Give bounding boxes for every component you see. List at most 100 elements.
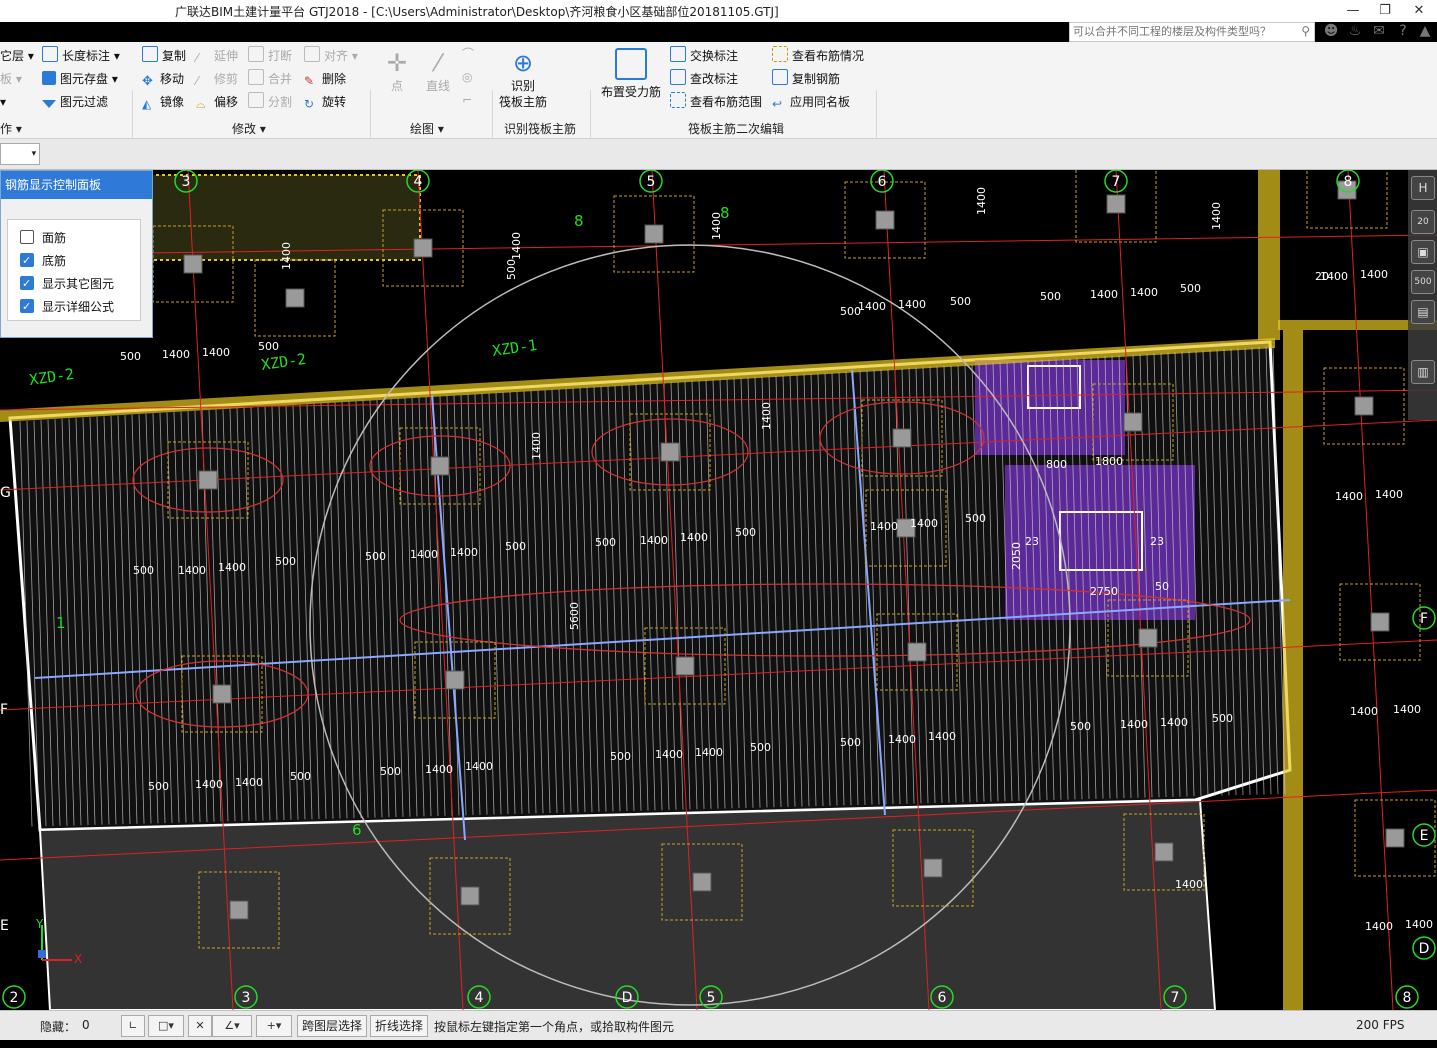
ruler-icon[interactable]: ▥	[1411, 360, 1435, 384]
cross-layer-select-button[interactable]: 跨图层选择	[297, 1015, 368, 1037]
axis-label: F	[0, 702, 8, 718]
option-show-formula[interactable]: 显示详细公式	[20, 297, 114, 317]
place-rebar-button[interactable]: 布置受力筋	[598, 48, 664, 100]
point-button[interactable]: ✛ 点	[380, 48, 414, 94]
dimension-label: 1400	[1160, 716, 1188, 729]
ribbon-item-board[interactable]: 板 ▾	[0, 69, 22, 89]
offset-button[interactable]: ⌓ 偏移	[196, 92, 238, 112]
mirror-button[interactable]: ◭ 镜像	[142, 92, 184, 112]
merge-button[interactable]: 合并	[248, 69, 292, 89]
search-input[interactable]	[1070, 23, 1293, 39]
delete-button[interactable]: ✎ 删除	[304, 69, 346, 89]
home-view-button[interactable]: H	[1411, 176, 1435, 200]
dimension-label: 1400	[450, 546, 478, 559]
scale-button[interactable]: 500	[1411, 270, 1435, 294]
split-icon	[248, 92, 264, 108]
dimension-label: 500	[1040, 290, 1061, 303]
chat-icon[interactable]: ✉	[1370, 22, 1388, 40]
angle-icon[interactable]: ∠▾	[212, 1015, 252, 1037]
option-bottom-rebar[interactable]: 底筋	[20, 251, 66, 271]
cad-drawing[interactable]: 3 4 5 6 7 82 3 4 D 5 6 7 8GFEFEDXZD-2XZD-2XZD-18 816 …	[0, 170, 1437, 1010]
polyline-icon[interactable]: ⌐	[462, 90, 472, 110]
dimension-label: 500	[950, 295, 971, 308]
search-box[interactable]: ⚲	[1069, 22, 1315, 42]
move-button[interactable]: ✥ 移动	[142, 69, 184, 89]
snap-rect-icon[interactable]: □▾	[148, 1015, 184, 1037]
dimension-label: 500	[275, 555, 296, 568]
dimension-label: 1400	[1130, 286, 1158, 299]
axis-label: 3	[182, 174, 191, 190]
checkbox-bottom-rebar[interactable]	[20, 251, 34, 271]
shirt-icon[interactable]: ▲	[1416, 22, 1434, 40]
dimension-label: 500	[505, 259, 518, 280]
circle-icon[interactable]: ◎	[462, 67, 472, 87]
bell-icon[interactable]: ♨	[1346, 22, 1364, 40]
copy-rebar-icon	[772, 69, 788, 85]
trim-button[interactable]: ⁄ 修剪	[196, 69, 238, 89]
cross-icon[interactable]: ✕	[188, 1015, 212, 1037]
polyline-select-button[interactable]: 折线选择	[370, 1015, 429, 1037]
ribbon-item-layer[interactable]: 它层 ▾	[0, 46, 34, 66]
dimension-label: 1400	[1365, 920, 1393, 933]
apply-same-button[interactable]: ↩ 应用同名板	[772, 92, 850, 112]
dimension-label: 1400	[858, 300, 886, 313]
save-element-button[interactable]: 图元存盘 ▾	[42, 69, 118, 89]
checkbox-show-formula[interactable]	[20, 297, 34, 317]
merge-icon	[248, 69, 264, 85]
column	[1370, 612, 1390, 632]
checkbox-show-other[interactable]	[20, 274, 34, 294]
dimension-label: 1400	[695, 746, 723, 759]
dimension-label: 1400	[235, 776, 263, 789]
filter-button[interactable]: 图元过滤	[42, 92, 108, 112]
ortho-icon[interactable]: ∟	[121, 1015, 145, 1037]
break-button[interactable]: 打断	[248, 46, 292, 66]
dimension-label: 1400	[178, 564, 206, 577]
edit-label-button[interactable]: 查改标注	[670, 69, 738, 89]
option-show-other[interactable]: 显示其它图元	[20, 274, 114, 294]
view-range-button[interactable]: 查看布筋范围	[670, 92, 762, 112]
axis-label: 6	[938, 990, 947, 1006]
dimension-label: 500	[1180, 282, 1201, 295]
align-button[interactable]: 对齐 ▾	[304, 46, 358, 66]
layer-icon[interactable]: ▤	[1411, 300, 1435, 324]
option-top-rebar[interactable]: 面筋	[20, 228, 66, 248]
extend-button[interactable]: ⁄ 延伸	[196, 46, 238, 66]
rotate-button[interactable]: ↻ 旋转	[304, 92, 346, 112]
checkbox-top-rebar[interactable]	[20, 230, 34, 244]
arc-icon[interactable]: ⌒	[462, 44, 474, 64]
drawing-canvas[interactable]: 3 4 5 6 7 8 2 3 4 D 5 6 7 8 G F E F E D XZD-2 XZD-2 XZD-1 8 8 1 6 …	[0, 170, 1437, 1010]
help-icon[interactable]: ?	[1394, 22, 1412, 40]
line-button[interactable]: ⁄ 直线	[420, 48, 456, 94]
dimension-label: 1400	[710, 212, 723, 240]
axis-label: E	[1420, 828, 1429, 844]
svg-text:X: X	[74, 952, 82, 966]
column	[430, 456, 450, 476]
axis-label: 7	[1171, 990, 1180, 1006]
split-button[interactable]: 分割	[248, 92, 292, 112]
cube-icon[interactable]: ▣	[1411, 240, 1435, 264]
minimize-button[interactable]: —	[1337, 0, 1369, 22]
view-rebar-button[interactable]: 查看布筋情况	[772, 46, 864, 66]
user-icon[interactable]: ☻	[1322, 22, 1340, 40]
axis-label: E	[0, 918, 9, 934]
copy-button[interactable]: 复制	[142, 46, 186, 66]
length-dim-button[interactable]: 长度标注 ▾	[42, 46, 120, 66]
column	[1138, 628, 1158, 648]
axis-label: 2	[10, 990, 19, 1006]
dimension-label: 1400	[640, 534, 668, 547]
restore-button[interactable]: ❐	[1369, 0, 1401, 22]
search-icon[interactable]: ⚲	[1301, 24, 1310, 38]
column	[1385, 828, 1405, 848]
snap-point-icon[interactable]: +▾	[256, 1015, 292, 1037]
grid-number: 6	[352, 821, 362, 839]
copy-rebar-button[interactable]: 复制钢筋	[772, 69, 840, 89]
group-label-modify: 修改 ▾	[232, 122, 266, 136]
identify-raft-button[interactable]: ⊕ 识别 筏板主筋	[496, 48, 550, 110]
column	[644, 224, 664, 244]
close-button[interactable]: ✕	[1403, 0, 1435, 22]
dimension-label: 500	[505, 540, 526, 553]
zoom-level-button[interactable]: 20	[1411, 210, 1435, 234]
ribbon-item-blank[interactable]: ▾	[0, 92, 6, 112]
layer-combo[interactable]: ▾	[0, 143, 40, 165]
swap-label-button[interactable]: 交换标注	[670, 46, 738, 66]
